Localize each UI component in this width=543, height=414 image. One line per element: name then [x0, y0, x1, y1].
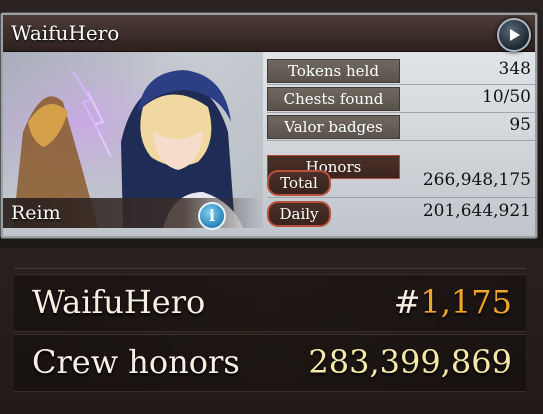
crew-honors-row: Crew honors 283,399,869 — [14, 334, 526, 392]
divider — [267, 140, 535, 141]
daily-value: 201,644,921 — [422, 201, 531, 221]
play-icon — [510, 29, 520, 41]
stat-label: Valor badges — [267, 115, 400, 139]
daily-label: Daily — [267, 201, 331, 227]
stat-row-chests: Chests found 10/50 — [267, 85, 535, 111]
rank-player-name: WaifuHero — [32, 283, 206, 321]
stat-value: 10/50 — [482, 87, 531, 107]
honors-total-row: Total 266,948,175 — [267, 168, 535, 196]
stat-value: 348 — [498, 59, 531, 79]
divider — [14, 268, 526, 269]
player-rank-row: WaifuHero #1,175 — [14, 274, 526, 332]
crew-honors-value: 283,399,869 — [308, 343, 512, 381]
total-label: Total — [267, 170, 331, 196]
total-value: 266,948,175 — [422, 170, 531, 190]
info-icon[interactable]: i — [198, 202, 226, 230]
honors-daily-row: Daily 201,644,921 — [267, 199, 535, 227]
ranking-panel: WaifuHero #1,175 Crew honors 283,399,869 — [0, 248, 543, 414]
rank-number: 1,175 — [420, 283, 512, 321]
card-header: WaifuHero — [3, 15, 535, 52]
character-portrait: Reim — [3, 52, 263, 228]
rank-value: #1,175 — [394, 283, 512, 321]
stat-label: Tokens held — [267, 59, 400, 83]
divider — [267, 197, 535, 198]
rank-prefix: # — [393, 283, 421, 321]
stat-row-tokens: Tokens held 348 — [267, 57, 535, 83]
play-button[interactable] — [497, 18, 531, 52]
player-name: WaifuHero — [11, 21, 120, 45]
stat-row-valor: Valor badges 95 — [267, 113, 535, 139]
crew-honors-label: Crew honors — [32, 343, 240, 381]
player-card: WaifuHero Reim i Tokens held 348 Chests … — [0, 12, 538, 239]
stat-label: Chests found — [267, 87, 400, 111]
stat-value: 95 — [509, 115, 531, 135]
character-name: Reim — [11, 202, 61, 224]
